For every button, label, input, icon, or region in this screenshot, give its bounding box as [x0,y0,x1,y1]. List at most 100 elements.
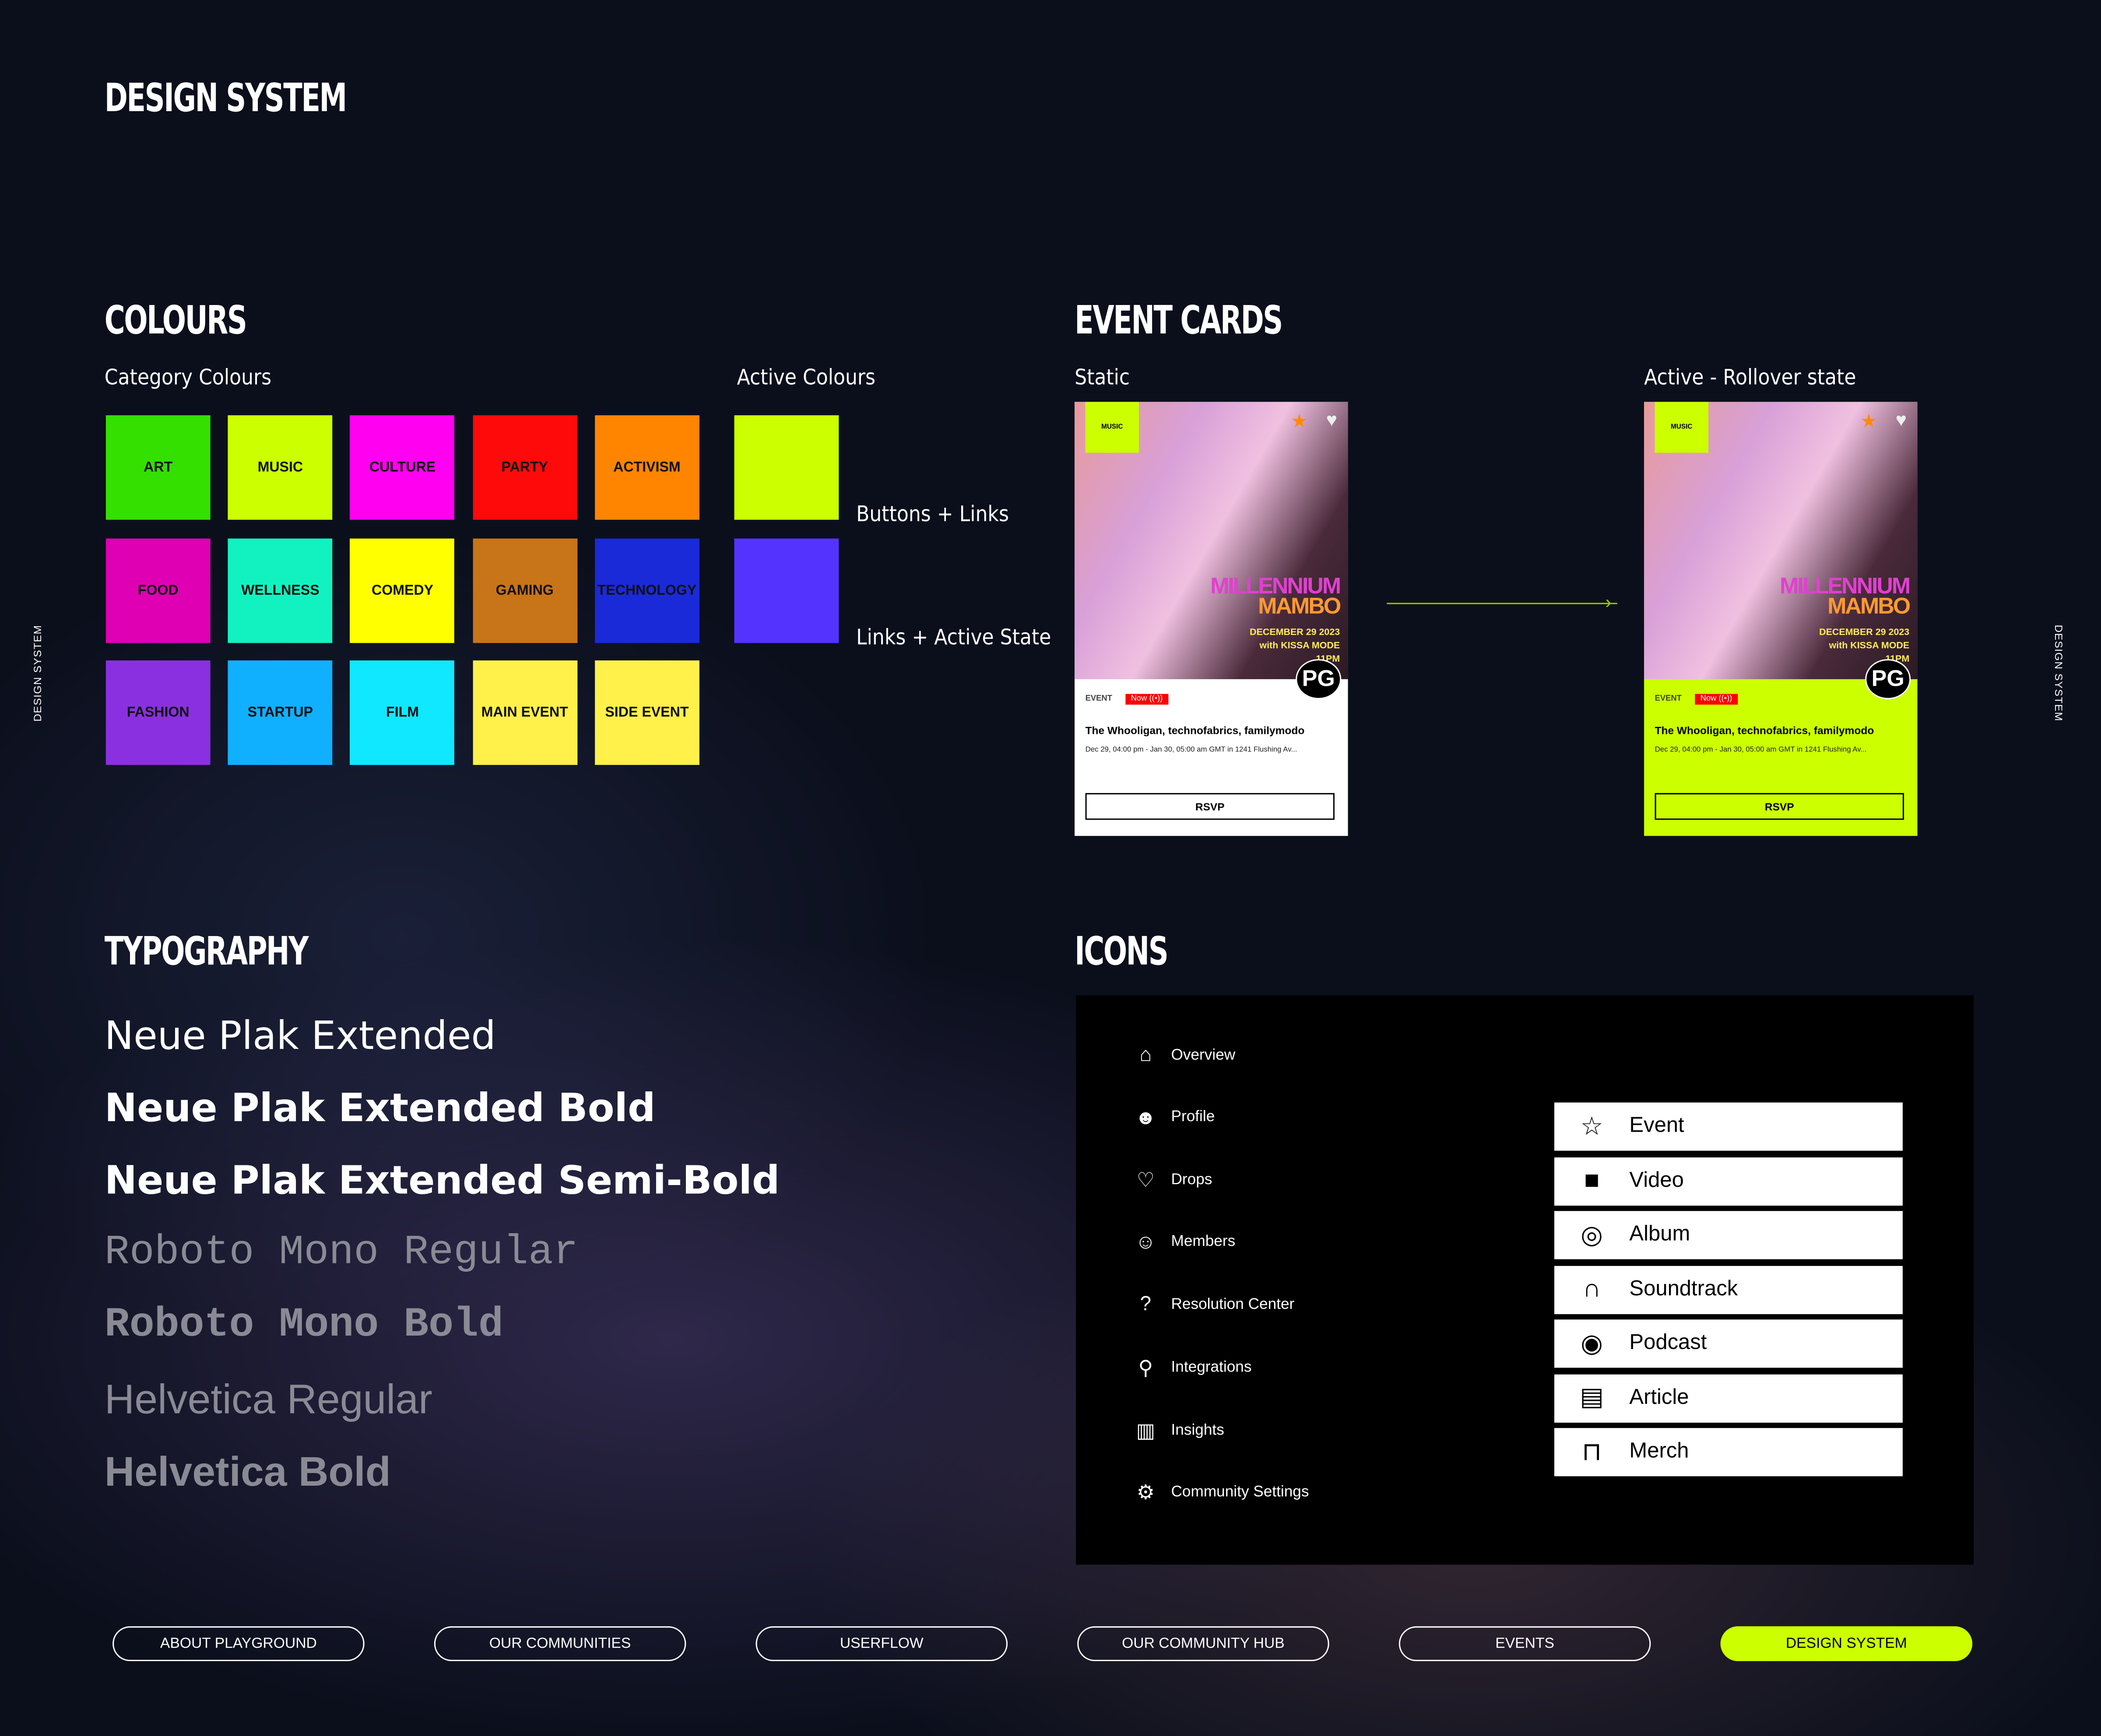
nav-item-label: Resolution Center [1171,1296,1295,1313]
event-details: Dec 29, 04:00 pm - Jan 30, 05:00 am GMT … [1085,746,1297,754]
swatch-food: FOOD [105,538,211,642]
content-type-label: Album [1629,1223,1690,1246]
side-label-left: DESIGN SYSTEM [32,624,44,722]
event-title: The Whooligan, technofabrics, familymodo [1085,725,1305,737]
nav-item-community-settings[interactable]: ⚙ Community Settings [1132,1480,1309,1505]
event-type: EVENT [1085,695,1112,704]
star-icon[interactable]: ★ [1860,410,1877,433]
content-type-podcast[interactable]: ◉ Podcast [1554,1319,1903,1368]
footer-nav-our-community-hub[interactable]: OUR COMMUNITY HUB [1077,1626,1329,1661]
nav-item-label: Integrations [1171,1360,1252,1376]
content-type-event[interactable]: ☆ Event [1554,1102,1903,1151]
ticket-icon: ☆ [1580,1112,1603,1141]
footer-nav-events[interactable]: EVENTS [1398,1626,1651,1661]
active-swatch-links [734,538,839,643]
heart-icon[interactable]: ♥ [1896,409,1907,430]
swatch-startup: STARTUP [228,660,333,765]
type-sample-mono-bold: Roboto Mono Bold [104,1302,503,1349]
swatch-side-event: SIDE EVENT [594,660,699,765]
nav-item-insights[interactable]: ▥ Insights [1132,1418,1224,1442]
type-sample-helvetica-bold: Helvetica Bold [104,1448,391,1495]
plug-icon: ⚲ [1138,1357,1153,1380]
event-details: Dec 29, 04:00 pm - Jan 30, 05:00 am GMT … [1655,746,1867,754]
footer-nav-our-communities[interactable]: OUR COMMUNITIES [434,1626,686,1661]
nav-item-members[interactable]: ☺ Members [1132,1231,1236,1254]
category-tag: MUSIC [1085,402,1139,453]
static-label: Static [1075,364,1130,390]
swatch-wellness: WELLNESS [228,538,333,642]
podcast-icon: ◉ [1581,1329,1603,1358]
type-sample-plak-bold: Neue Plak Extended Bold [104,1085,656,1131]
content-type-album[interactable]: ◎ Album [1554,1211,1903,1259]
category-tag: MUSIC [1655,402,1709,453]
live-badge: Now ((•)) [1695,694,1738,705]
rating-badge: PG [1296,659,1342,699]
nav-item-resolution-center[interactable]: ? Resolution Center [1132,1293,1295,1316]
nav-item-drops[interactable]: ♡ Drops [1132,1168,1212,1192]
content-type-label: Event [1629,1114,1684,1137]
nav-item-label: Profile [1171,1109,1215,1126]
colours-heading: COLOURS [104,297,247,343]
members-icon: ☺ [1135,1231,1156,1254]
video-camera-icon: ■ [1584,1166,1600,1195]
content-type-article[interactable]: ▤ Article [1554,1374,1903,1422]
event-title: The Whooligan, technofabrics, familymodo [1655,725,1874,737]
poster-title: MILLENNIUM MAMBO [1210,573,1341,619]
event-poster: MUSIC ★ ♥ MILLENNIUM MAMBO DECEMBER 29 202… [1644,402,1918,680]
content-type-soundtrack[interactable]: ∩ Soundtrack [1554,1265,1903,1314]
arrow-line [1387,603,1617,604]
event-card-static[interactable]: MUSIC ★ ♥ MILLENNIUM MAMBO DECEMBER 29 202… [1075,402,1348,836]
nav-item-profile[interactable]: ☻ Profile [1132,1106,1215,1129]
rating-badge: PG [1865,659,1911,699]
footer-nav-userflow[interactable]: USERFLOW [755,1626,1008,1661]
active-swatch-label: Links + Active State [856,624,1051,650]
swatch-art: ART [105,415,211,520]
heart-icon[interactable]: ♥ [1326,409,1337,430]
content-type-label: Article [1629,1385,1689,1409]
type-sample-plak-regular: Neue Plak Extended [104,1013,496,1059]
nav-item-overview[interactable]: ⌂ Overview [1132,1043,1236,1066]
nav-item-label: Overview [1171,1047,1236,1063]
profile-icon: ☻ [1135,1106,1156,1129]
event-type: EVENT [1655,695,1682,704]
swatch-comedy: COMEDY [350,538,455,642]
side-label-right: DESIGN SYSTEM [2052,624,2065,722]
swatch-fashion: FASHION [105,660,211,765]
active-label: Active - Rollover state [1644,364,1856,390]
home-star-icon: ⌂ [1139,1043,1152,1066]
cards-icon: ♡ [1136,1170,1155,1193]
gear-icon: ⚙ [1136,1482,1155,1505]
swatch-gaming: GAMING [472,538,577,642]
content-type-merch[interactable]: ⊓ Merch [1554,1428,1903,1476]
star-icon[interactable]: ★ [1291,410,1307,433]
bag-icon: ⊓ [1581,1438,1602,1466]
type-sample-plak-semibold: Neue Plak Extended Semi-Bold [104,1157,780,1203]
content-type-label: Merch [1629,1440,1689,1463]
nav-item-label: Members [1171,1234,1236,1251]
footer-nav-design-system[interactable]: DESIGN SYSTEM [1720,1626,1973,1661]
poster-title: MILLENNIUM MAMBO [1780,573,1911,619]
vinyl-icon: ◎ [1581,1221,1603,1249]
article-icon: ▤ [1580,1384,1604,1412]
page-title: DESIGN SYSTEM [104,75,347,121]
swatch-technology: TECHNOLOGY [594,538,699,642]
rsvp-button[interactable]: RSVP [1655,793,1904,820]
live-badge: Now ((•)) [1125,694,1168,705]
rsvp-button[interactable]: RSVP [1085,793,1335,820]
nav-item-integrations[interactable]: ⚲ Integrations [1132,1356,1252,1380]
event-card-active[interactable]: MUSIC ★ ♥ MILLENNIUM MAMBO DECEMBER 29 202… [1644,402,1918,836]
question-icon: ? [1140,1293,1152,1316]
nav-item-label: Insights [1171,1422,1224,1438]
icons-heading: ICONS [1075,928,1169,974]
footer-nav-about-playground[interactable]: ABOUT PLAYGROUND [112,1626,365,1661]
design-system-page: DESIGN SYSTEM DESIGN SYSTEM DESIGN SYSTE… [0,0,2101,1736]
content-type-label: Soundtrack [1629,1277,1738,1300]
content-type-label: Podcast [1629,1331,1707,1354]
content-type-label: Video [1629,1168,1684,1192]
bar-chart-icon: ▥ [1136,1419,1156,1442]
content-type-video[interactable]: ■ Video [1554,1157,1903,1205]
swatch-film: FILM [350,660,455,765]
type-sample-mono-regular: Roboto Mono Regular [104,1230,578,1277]
swatch-culture: CULTURE [350,415,455,520]
type-sample-helvetica-regular: Helvetica Regular [104,1375,432,1423]
